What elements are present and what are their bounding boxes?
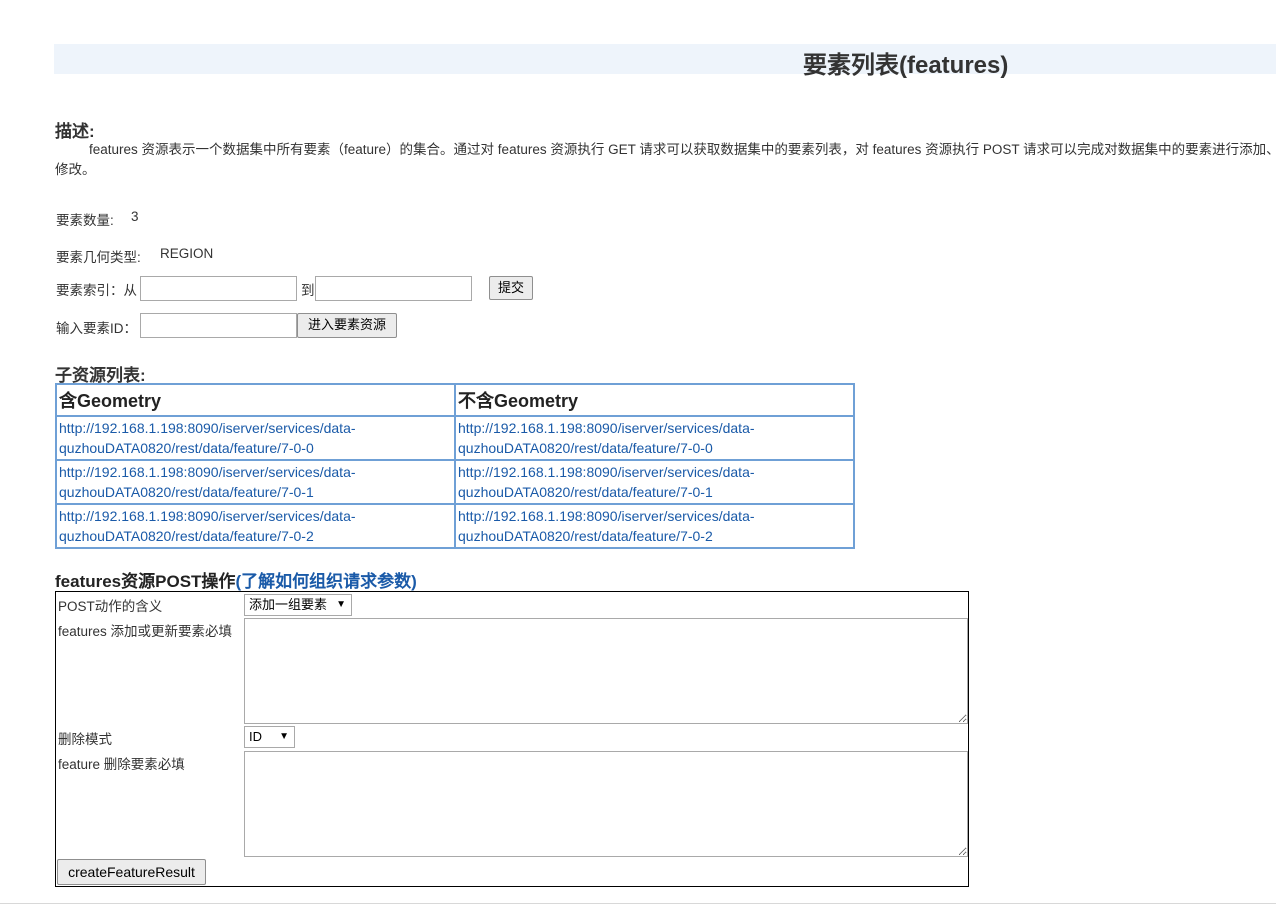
children-table: 含Geometry 不含Geometry http://192.168.1.19… bbox=[55, 383, 855, 549]
post-heading: features资源POST操作(了解如何组织请求参数) bbox=[55, 567, 417, 592]
geometry-type-value: REGION bbox=[160, 246, 214, 261]
description-line-1: features 资源表示一个数据集中所有要素（feature）的集合。通过对 … bbox=[89, 142, 1276, 157]
submit-index-button[interactable]: 提交 bbox=[489, 276, 533, 300]
feature-field-label: feature 删除要素必填 bbox=[58, 757, 185, 772]
features-textarea[interactable] bbox=[244, 618, 968, 724]
table-cell: http://192.168.1.198:8090/iserver/servic… bbox=[454, 459, 855, 505]
feature-link[interactable]: http://192.168.1.198:8090/iserver/servic… bbox=[458, 420, 755, 456]
enter-feature-button[interactable]: 进入要素资源 bbox=[297, 313, 397, 338]
table-cell: http://192.168.1.198:8090/iserver/servic… bbox=[454, 415, 855, 461]
geometry-type-label: 要素几何类型: bbox=[56, 250, 141, 265]
delete-mode-select[interactable]: ID ▼ bbox=[244, 726, 295, 748]
table-row: http://192.168.1.198:8090/iserver/servic… bbox=[55, 415, 855, 461]
feature-index-label: 要素索引：从 bbox=[56, 283, 137, 298]
index-from-input[interactable] bbox=[140, 276, 297, 301]
post-heading-text: features资源POST操作 bbox=[55, 572, 236, 591]
description-line-2: 修改。 bbox=[55, 162, 96, 177]
column-header-with-geometry: 含Geometry bbox=[55, 383, 456, 417]
table-cell: http://192.168.1.198:8090/iserver/servic… bbox=[55, 503, 456, 549]
delete-mode-label: 删除模式 bbox=[58, 732, 112, 747]
feature-link[interactable]: http://192.168.1.198:8090/iserver/servic… bbox=[59, 464, 356, 500]
create-feature-result-button[interactable]: createFeatureResult bbox=[57, 859, 206, 885]
table-cell: http://192.168.1.198:8090/iserver/servic… bbox=[55, 459, 456, 505]
table-row: http://192.168.1.198:8090/iserver/servic… bbox=[55, 459, 855, 505]
dropdown-arrow-icon: ▼ bbox=[279, 731, 289, 742]
index-to-label: 到 bbox=[301, 283, 315, 298]
feature-link[interactable]: http://192.168.1.198:8090/iserver/servic… bbox=[59, 420, 356, 456]
feature-link[interactable]: http://192.168.1.198:8090/iserver/servic… bbox=[458, 508, 755, 544]
title-bar: 要素列表(features) bbox=[54, 44, 1276, 79]
feature-id-label: 输入要素ID： bbox=[56, 321, 137, 336]
table-cell: http://192.168.1.198:8090/iserver/servic… bbox=[55, 415, 456, 461]
feature-link[interactable]: http://192.168.1.198:8090/iserver/servic… bbox=[458, 464, 755, 500]
table-row: http://192.168.1.198:8090/iserver/servic… bbox=[55, 503, 855, 549]
delete-mode-selected: ID bbox=[249, 729, 262, 744]
feature-count-value: 3 bbox=[131, 209, 139, 224]
dropdown-arrow-icon: ▼ bbox=[336, 599, 346, 610]
post-action-selected: 添加一组要素 bbox=[249, 597, 328, 612]
description-heading: 描述: bbox=[55, 122, 95, 141]
post-form: POST动作的含义 添加一组要素 ▼ features 添加或更新要素必填 删除… bbox=[55, 591, 969, 887]
table-cell: http://192.168.1.198:8090/iserver/servic… bbox=[454, 503, 855, 549]
description-text: features 资源表示一个数据集中所有要素（feature）的集合。通过对 … bbox=[55, 140, 1276, 180]
feature-textarea[interactable] bbox=[244, 751, 968, 857]
index-to-input[interactable] bbox=[315, 276, 472, 301]
help-link[interactable]: (了解如何组织请求参数) bbox=[235, 572, 416, 591]
post-action-label: POST动作的含义 bbox=[58, 599, 163, 614]
feature-link[interactable]: http://192.168.1.198:8090/iserver/servic… bbox=[59, 508, 356, 544]
table-header-row: 含Geometry 不含Geometry bbox=[55, 383, 855, 417]
feature-count-label: 要素数量: bbox=[56, 213, 114, 228]
post-action-select[interactable]: 添加一组要素 ▼ bbox=[244, 594, 352, 616]
features-field-label: features 添加或更新要素必填 bbox=[58, 624, 233, 639]
page-bottom-divider bbox=[0, 903, 1276, 904]
feature-id-input[interactable] bbox=[140, 313, 297, 338]
page-title: 要素列表(features) bbox=[803, 52, 1009, 79]
column-header-without-geometry: 不含Geometry bbox=[454, 383, 855, 417]
